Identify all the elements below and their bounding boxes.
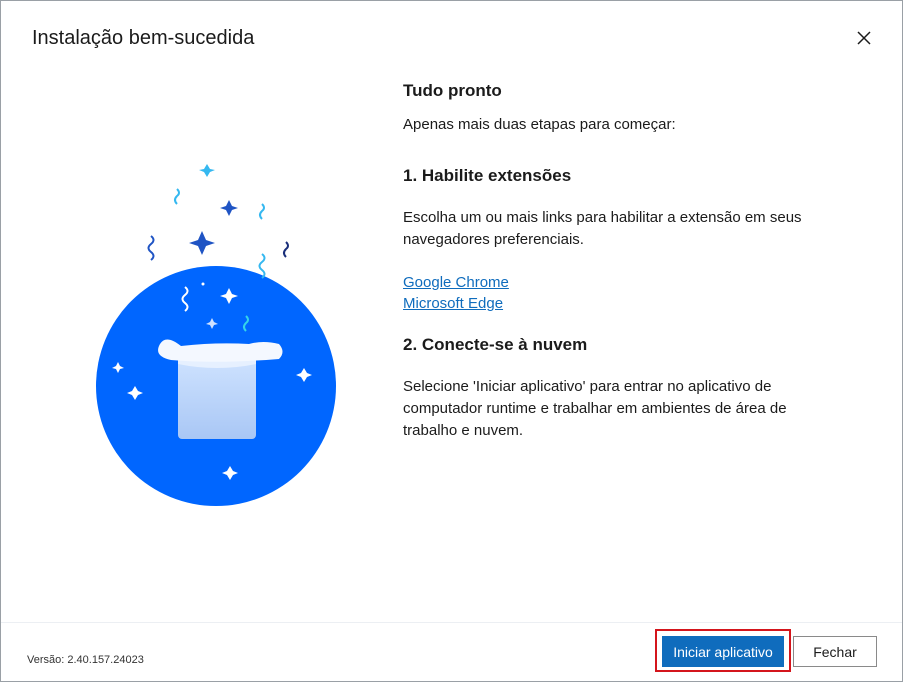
close-icon (857, 31, 871, 45)
step1-text: Escolha um ou mais links para habilitar … (403, 209, 802, 248)
start-app-button[interactable]: Iniciar aplicativo (662, 636, 784, 667)
close-button[interactable] (849, 25, 879, 51)
version-label: Versão: 2.40.157.24023 (27, 654, 144, 666)
google-chrome-link[interactable]: Google Chrome (403, 272, 509, 293)
step1-heading: 1. Habilite extensões (403, 166, 572, 185)
install-success-dialog: Instalação bem-sucedida Tudo pronto Apen… (0, 0, 903, 682)
close-dialog-button[interactable]: Fechar (793, 636, 877, 667)
step2-heading: 2. Conecte-se à nuvem (403, 335, 588, 354)
ready-heading: Tudo pronto (403, 81, 502, 100)
intro-text: Apenas mais duas etapas para começar: (403, 116, 676, 133)
magic-hat-illustration (96, 164, 336, 506)
step2-text: Selecione 'Iniciar aplicativo' para entr… (403, 378, 787, 439)
dialog-title: Instalação bem-sucedida (32, 27, 255, 49)
footer-divider (1, 622, 902, 623)
microsoft-edge-link[interactable]: Microsoft Edge (403, 293, 503, 314)
